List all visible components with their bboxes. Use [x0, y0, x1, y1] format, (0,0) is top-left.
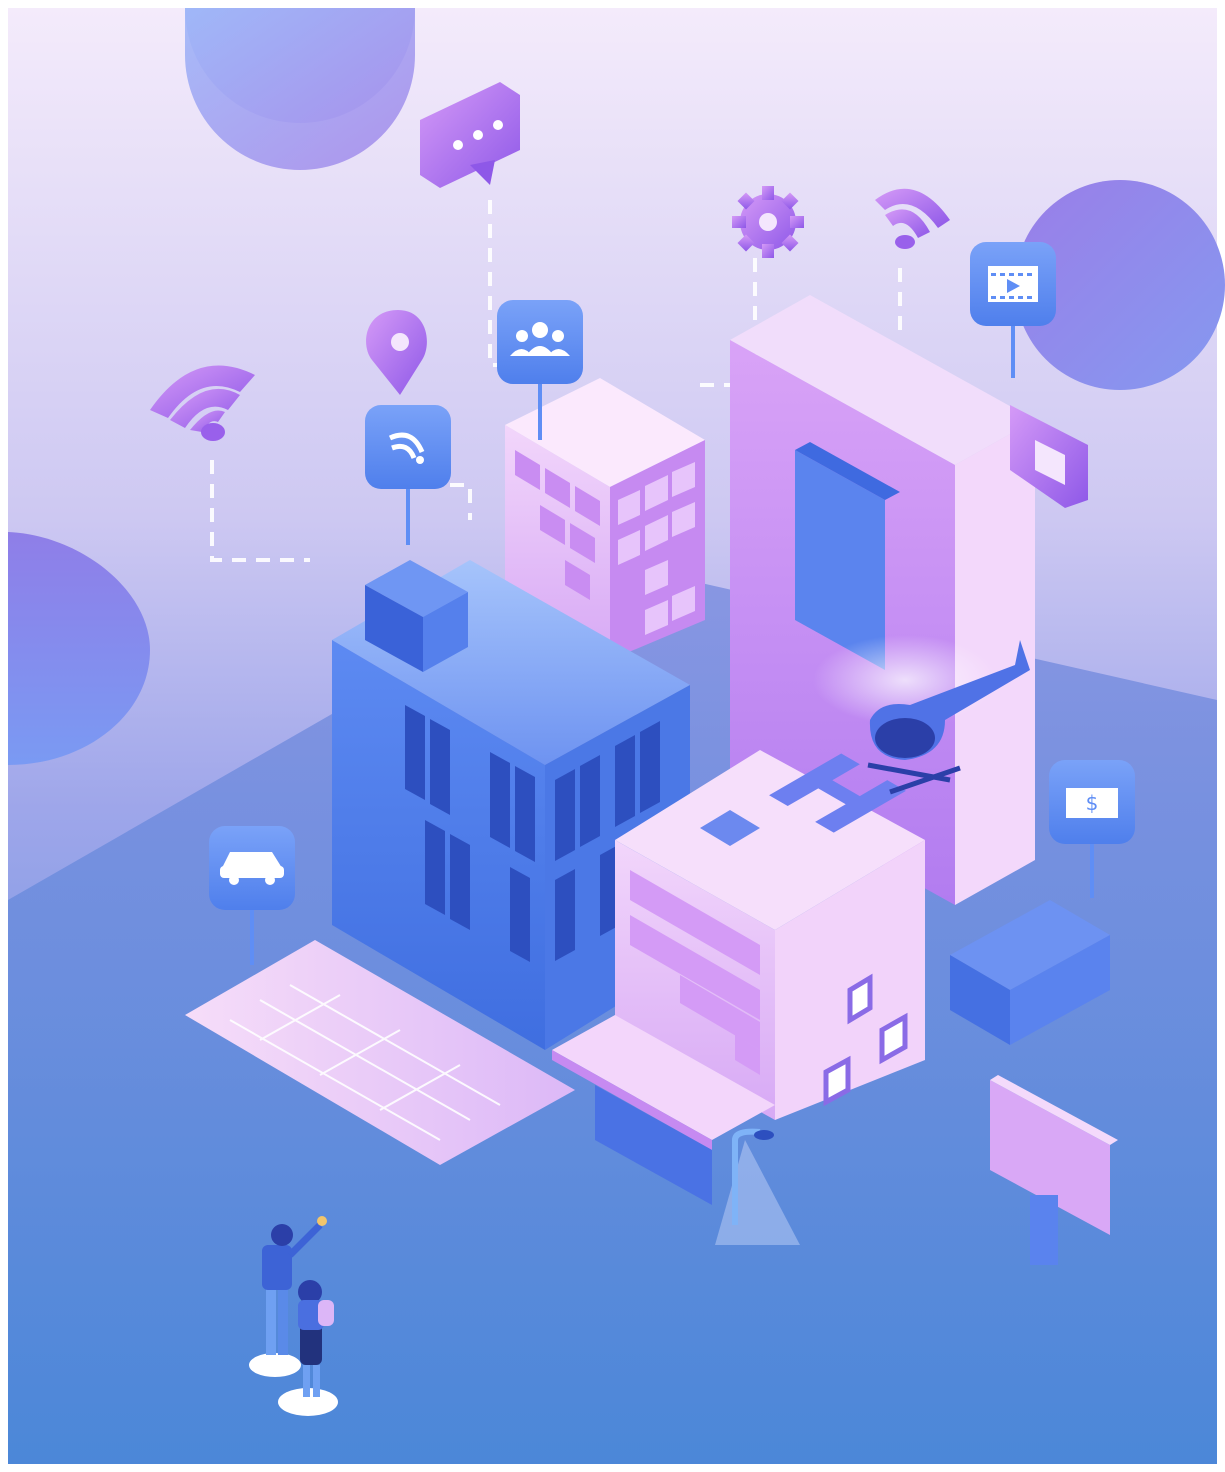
- video-icon: [988, 266, 1038, 302]
- money-symbol: $: [1086, 791, 1099, 815]
- gear-icon: [732, 186, 804, 258]
- isometric-smart-city-illustration: H $: [8, 8, 1225, 1464]
- money-icon: $: [1066, 788, 1118, 818]
